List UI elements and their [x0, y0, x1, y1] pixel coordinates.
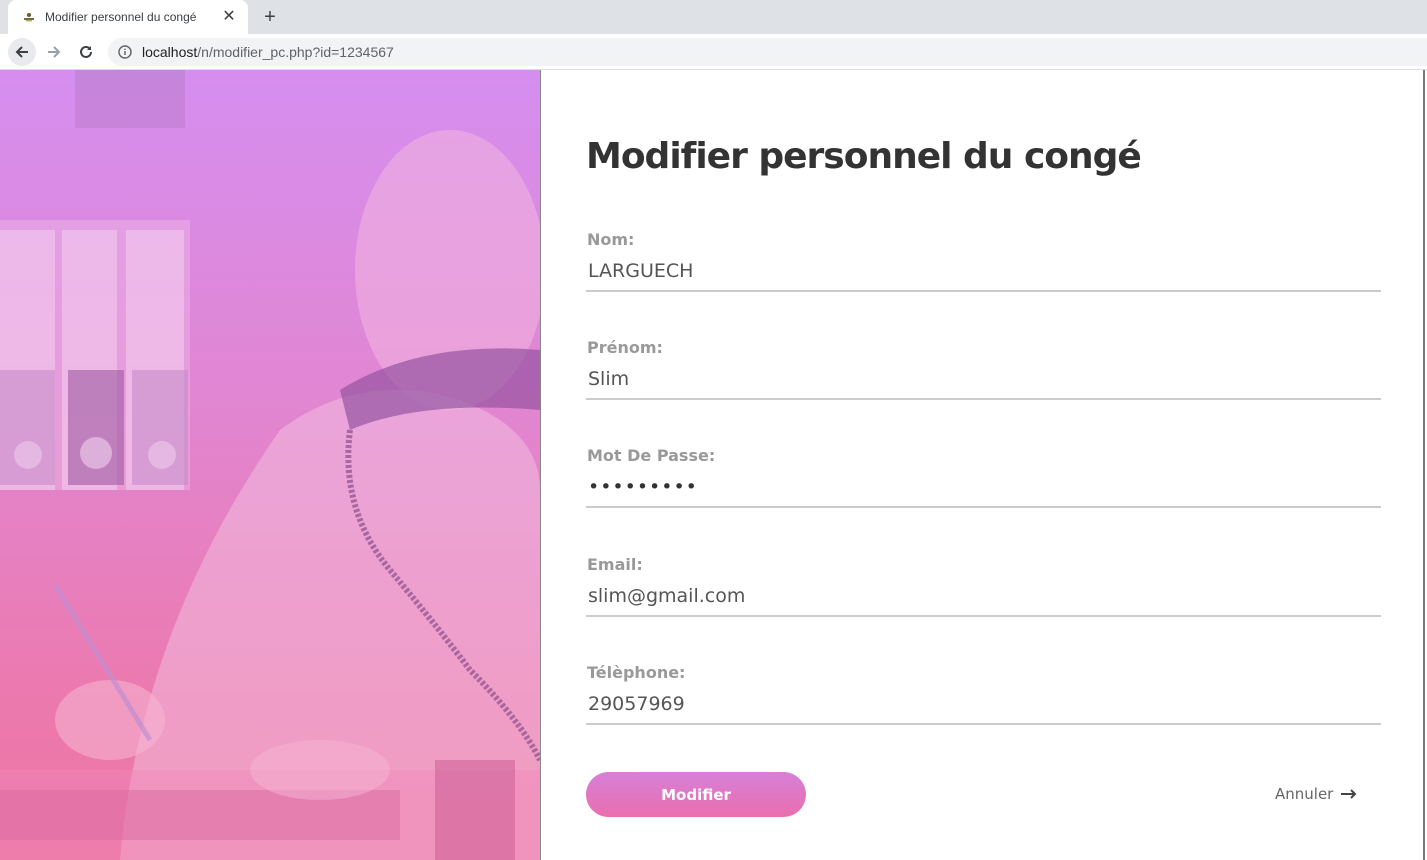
arrow-right-icon	[48, 46, 61, 58]
modifier-button[interactable]: Modifier	[586, 772, 806, 817]
new-tab-button[interactable]: +	[259, 6, 281, 28]
nom-input[interactable]	[586, 252, 1381, 292]
telephone-field-group: Télèphone:	[586, 663, 1381, 743]
arrow-right-icon	[1341, 789, 1357, 799]
email-label: Email:	[587, 555, 643, 574]
favicon-icon	[22, 10, 36, 24]
forward-button[interactable]	[40, 38, 68, 66]
form-panel: Modifier personnel du congé Nom: Prénom:…	[540, 70, 1425, 860]
url-path: /n/modifier_pc.php?id=1234567	[197, 44, 394, 60]
prenom-label: Prénom:	[587, 338, 663, 357]
office-photo	[0, 70, 540, 860]
prenom-input[interactable]	[586, 360, 1381, 400]
telephone-input[interactable]	[586, 685, 1381, 725]
back-button[interactable]	[8, 38, 36, 66]
reload-icon	[80, 45, 92, 58]
address-bar[interactable]: localhost /n/modifier_pc.php?id=1234567	[108, 38, 1427, 66]
email-input[interactable]	[586, 577, 1381, 617]
nom-field-group: Nom:	[586, 230, 1381, 310]
email-field-group: Email:	[586, 555, 1381, 635]
page-title: Modifier personnel du congé	[586, 136, 1142, 177]
tab-title: Modifier personnel du congé	[45, 10, 197, 24]
url-host: localhost	[142, 44, 198, 60]
tab-close-icon[interactable]: ✕	[220, 8, 238, 26]
password-input[interactable]	[586, 468, 1381, 508]
nom-label: Nom:	[587, 230, 635, 249]
telephone-label: Télèphone:	[587, 663, 686, 682]
browser-tab[interactable]: Modifier personnel du congé ✕	[8, 0, 248, 34]
page-content: Modifier personnel du congé Nom: Prénom:…	[0, 70, 1427, 860]
password-label: Mot De Passe:	[587, 446, 716, 465]
browser-toolbar: localhost /n/modifier_pc.php?id=1234567	[0, 34, 1427, 70]
reload-button[interactable]	[72, 38, 100, 66]
arrow-left-icon	[15, 46, 28, 58]
annuler-link[interactable]: Annuler	[1275, 785, 1357, 803]
annuler-label: Annuler	[1275, 785, 1334, 803]
password-field-group: Mot De Passe:	[586, 446, 1381, 526]
browser-tab-bar: Modifier personnel du congé ✕ +	[0, 0, 1427, 34]
info-icon[interactable]	[118, 45, 132, 59]
prenom-field-group: Prénom:	[586, 338, 1381, 418]
